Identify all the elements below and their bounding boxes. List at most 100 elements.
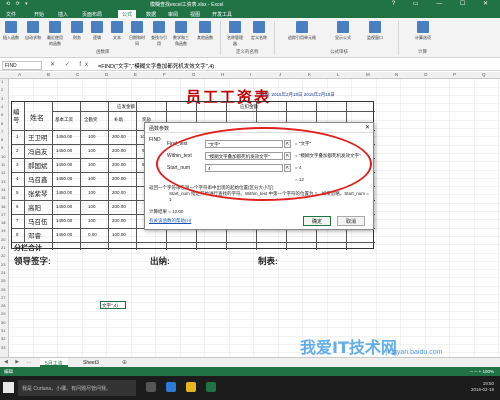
close-icon[interactable]: ✕ xyxy=(365,124,370,131)
row-header[interactable]: 26 xyxy=(1,287,5,292)
row-header[interactable]: 32 xyxy=(1,336,5,341)
edge-icon[interactable] xyxy=(166,382,176,392)
row-header[interactable]: 31 xyxy=(1,328,5,333)
row-header[interactable]: 11 xyxy=(1,162,5,167)
task-view-icon[interactable] xyxy=(146,382,156,392)
row-header[interactable]: 27 xyxy=(1,295,5,300)
cortana-search[interactable]: 我是 Cortana，小娜。有问题尽管问我。 xyxy=(18,380,136,396)
active-cell[interactable]: 文字",4) xyxy=(100,301,126,309)
ok-button[interactable]: 确定 xyxy=(303,216,331,226)
column-header[interactable]: E xyxy=(134,72,137,77)
tab-review[interactable]: 审阅 xyxy=(168,11,178,18)
row-header[interactable]: 17 xyxy=(1,212,5,217)
insert-function-button[interactable]: 插入函数 xyxy=(2,21,20,41)
column-header[interactable]: K xyxy=(308,72,311,77)
trace-precedents-button[interactable]: 追踪引用单元格 xyxy=(282,21,322,41)
row-header[interactable]: 29 xyxy=(1,311,5,316)
column-header[interactable]: H xyxy=(221,72,224,77)
add-sheet-icon[interactable]: ⊕ xyxy=(122,359,127,366)
row-header[interactable]: 5 xyxy=(1,112,3,117)
sheet-tab-sheet3[interactable]: Sheet3 xyxy=(78,358,104,367)
row-header[interactable]: 14 xyxy=(1,187,5,192)
autosum-button[interactable]: 自动求和 xyxy=(24,21,42,41)
tab-view[interactable]: 视图 xyxy=(190,11,200,18)
row-header[interactable]: 6 xyxy=(1,121,3,126)
name-box[interactable]: FIND xyxy=(2,61,42,70)
cancel-button[interactable]: 取消 xyxy=(337,216,365,226)
watch-window-button[interactable]: 监视窗口 xyxy=(362,21,388,41)
column-header[interactable]: P xyxy=(453,72,456,77)
sheet-tab-may-salary[interactable]: 5月工资 xyxy=(40,358,68,367)
math-button[interactable]: 数学和三角函数 xyxy=(172,21,190,47)
row-header[interactable]: 24 xyxy=(1,270,5,275)
formula-input[interactable]: =FIND("文字","模糊文字叠加都死机发效文字",4) xyxy=(98,62,214,70)
row-header[interactable]: 25 xyxy=(1,278,5,283)
zoom-control[interactable]: ─ ─ + 100% xyxy=(470,369,494,374)
row-header[interactable]: 2 xyxy=(1,87,3,92)
sheet-nav-arrows[interactable]: ◀ ▶ … xyxy=(4,359,34,365)
tab-home[interactable]: 开始 xyxy=(34,11,44,18)
row-header[interactable]: 20 xyxy=(1,237,5,242)
row-header[interactable]: 10 xyxy=(1,154,5,159)
book-icon xyxy=(71,21,83,33)
system-clock[interactable]: 19:50 2016-02-19 xyxy=(471,381,494,393)
row-header[interactable]: 21 xyxy=(1,245,5,250)
more-functions-button[interactable]: 其他函数 xyxy=(196,21,214,41)
column-header[interactable]: I xyxy=(250,72,251,77)
window-controls[interactable]: ? ▭ — ☐ ✕ xyxy=(392,0,496,7)
lookup-button[interactable]: 查找与引用 xyxy=(150,21,168,47)
tab-insert[interactable]: 插入 xyxy=(58,11,68,18)
name-manager-button[interactable]: 名称管理器 xyxy=(226,21,244,47)
row-header[interactable]: 4 xyxy=(1,104,3,109)
formula-bar-icons[interactable]: ✕ ✓ fx xyxy=(50,61,92,68)
row-header[interactable]: 3 xyxy=(1,96,3,101)
row-header[interactable]: 1 xyxy=(1,79,3,84)
row-header[interactable]: 30 xyxy=(1,320,5,325)
column-header[interactable]: B xyxy=(47,72,50,77)
row-header[interactable]: 15 xyxy=(1,195,5,200)
tab-file[interactable]: 文件 xyxy=(6,11,16,18)
windows-start-icon[interactable] xyxy=(3,382,14,393)
row-header[interactable]: 18 xyxy=(1,220,5,225)
define-name-button[interactable]: 定义名称 xyxy=(250,21,268,41)
tab-formulas[interactable]: 公式 xyxy=(118,10,137,18)
row-header[interactable]: 23 xyxy=(1,262,5,267)
show-formulas-button[interactable]: 显示公式 xyxy=(330,21,356,41)
excel-icon[interactable] xyxy=(206,382,216,392)
column-header[interactable]: F xyxy=(163,72,166,77)
fx-icon xyxy=(5,21,17,33)
row-header[interactable]: 12 xyxy=(1,170,5,175)
tab-developer[interactable]: 开发工具 xyxy=(212,11,232,18)
row-header[interactable]: 22 xyxy=(1,253,5,258)
help-link[interactable]: 有关该函数的帮助(H) xyxy=(149,218,191,224)
logical-button[interactable]: 逻辑 xyxy=(88,21,106,41)
tab-page-layout[interactable]: 页面布局 xyxy=(82,11,102,18)
text-button[interactable]: 文本 xyxy=(108,21,126,41)
column-header[interactable]: Q xyxy=(482,72,486,77)
datetime-button[interactable]: 日期和时间 xyxy=(128,21,146,47)
row-header[interactable]: 8 xyxy=(1,137,3,142)
column-header[interactable]: L xyxy=(337,72,340,77)
tab-data[interactable]: 数据 xyxy=(146,11,156,18)
column-header[interactable]: G xyxy=(192,72,196,77)
financial-button[interactable]: 财务 xyxy=(68,21,86,41)
column-header[interactable]: A xyxy=(18,72,21,77)
column-header[interactable]: J xyxy=(279,72,281,77)
column-header[interactable]: O xyxy=(424,72,428,77)
row-header[interactable]: 16 xyxy=(1,204,5,209)
row-header[interactable]: 13 xyxy=(1,179,5,184)
column-header[interactable]: C xyxy=(76,72,79,77)
column-header[interactable]: M xyxy=(366,72,370,77)
quick-access-toolbar[interactable]: ⟲ ⟳ ▾ xyxy=(6,1,30,7)
row-header[interactable]: 33 xyxy=(1,345,5,350)
column-header[interactable]: D xyxy=(105,72,108,77)
row-header[interactable]: 7 xyxy=(1,129,3,134)
column-header[interactable]: N xyxy=(395,72,398,77)
column-headers: A B C D E F G H I J K L M N O P Q xyxy=(0,72,500,79)
recent-functions-button[interactable]: 最近使用的函数 xyxy=(46,21,64,47)
row-header[interactable]: 28 xyxy=(1,303,5,308)
file-explorer-icon[interactable] xyxy=(186,382,196,392)
row-header[interactable]: 19 xyxy=(1,228,5,233)
row-header[interactable]: 9 xyxy=(1,145,3,150)
calc-options-button[interactable]: 计算选项 xyxy=(410,21,436,41)
